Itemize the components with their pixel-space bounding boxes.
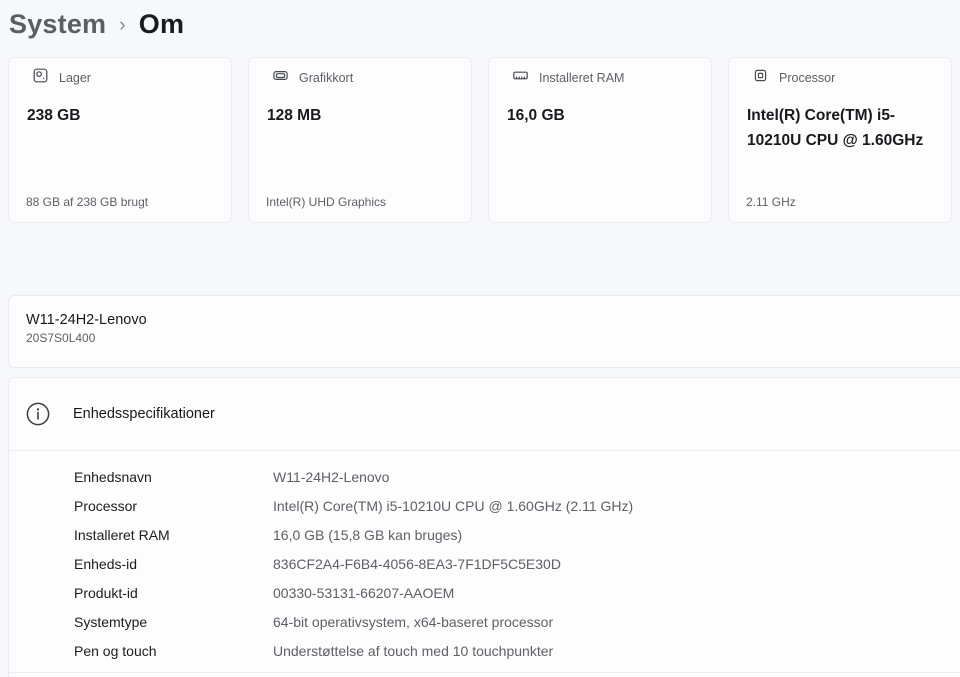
- ram-card: Installeret RAM 16,0 GB: [488, 57, 712, 223]
- gpu-card: Grafikkort 128 MB Intel(R) UHD Graphics: [248, 57, 472, 223]
- spec-value: 64-bit operativsystem, x64-baseret proce…: [273, 614, 553, 630]
- cpu-card-label: Processor: [779, 71, 835, 85]
- spec-value: W11-24H2-Lenovo: [273, 469, 389, 485]
- spec-row-pen-touch: Pen og touch Understøttelse af touch med…: [74, 636, 960, 665]
- spec-row-system-type: Systemtype 64-bit operativsystem, x64-ba…: [74, 607, 960, 636]
- cpu-card-value: Intel(R) Core(TM) i5-10210U CPU @ 1.60GH…: [747, 103, 937, 153]
- gpu-card-label: Grafikkort: [299, 71, 353, 85]
- spec-row-device-id: Enheds-id 836CF2A4-F6B4-4056-8EA3-7F1DF5…: [74, 549, 960, 578]
- spec-label: Processor: [74, 498, 273, 514]
- device-model: 20S7S0L400: [26, 331, 960, 345]
- cpu-card-footer: 2.11 GHz: [746, 195, 939, 209]
- storage-card-head: Lager: [33, 68, 217, 88]
- chevron-right-icon: ›: [119, 12, 126, 37]
- info-icon: [26, 402, 50, 426]
- ram-card-head: Installeret RAM: [513, 68, 697, 88]
- page-title: Om: [139, 9, 184, 40]
- storage-card-value: 238 GB: [27, 103, 217, 128]
- ram-card-value: 16,0 GB: [507, 103, 697, 128]
- spec-row-product-id: Produkt-id 00330-53131-66207-AAOEM: [74, 578, 960, 607]
- breadcrumb-system[interactable]: System: [9, 9, 106, 40]
- storage-icon: [33, 68, 48, 88]
- spec-value: 00330-53131-66207-AAOEM: [273, 585, 454, 601]
- settings-about-page: System › Om Lager 238 GB 88 GB af 238 GB…: [0, 0, 960, 677]
- device-specs-title: Enhedsspecifikationer: [73, 406, 215, 422]
- spec-label: Enheds-id: [74, 556, 273, 572]
- storage-card-label: Lager: [59, 71, 91, 85]
- device-specs-card: Enhedsspecifikationer Enhedsnavn W11-24H…: [8, 377, 960, 677]
- spec-label: Pen og touch: [74, 643, 273, 659]
- spec-label: Systemtype: [74, 614, 273, 630]
- ram-card-label: Installeret RAM: [539, 71, 624, 85]
- spec-label: Produkt-id: [74, 585, 273, 601]
- cpu-icon: [753, 68, 768, 88]
- spec-value: 16,0 GB (15,8 GB kan bruges): [273, 527, 462, 543]
- cpu-card: Processor Intel(R) Core(TM) i5-10210U CP…: [728, 57, 952, 223]
- spec-value: Understøttelse af touch med 10 touchpunk…: [273, 643, 553, 659]
- device-specs-expander[interactable]: Enhedsspecifikationer: [9, 378, 960, 450]
- cpu-card-head: Processor: [753, 68, 937, 88]
- gpu-card-footer: Intel(R) UHD Graphics: [266, 195, 459, 209]
- spec-label: Enhedsnavn: [74, 469, 273, 485]
- storage-card: Lager 238 GB 88 GB af 238 GB brugt: [8, 57, 232, 223]
- summary-cards-row: Lager 238 GB 88 GB af 238 GB brugt Grafi…: [8, 57, 952, 223]
- specs-table: Enhedsnavn W11-24H2-Lenovo Processor Int…: [9, 451, 960, 675]
- spec-row-processor: Processor Intel(R) Core(TM) i5-10210U CP…: [74, 491, 960, 520]
- spec-value: 836CF2A4-F6B4-4056-8EA3-7F1DF5C5E30D: [273, 556, 561, 572]
- spec-row-ram: Installeret RAM 16,0 GB (15,8 GB kan bru…: [74, 520, 960, 549]
- breadcrumb: System › Om: [9, 3, 184, 45]
- spec-label: Installeret RAM: [74, 527, 273, 543]
- device-name-card: W11-24H2-Lenovo 20S7S0L400: [8, 295, 960, 368]
- gpu-card-value: 128 MB: [267, 103, 457, 128]
- storage-card-footer: 88 GB af 238 GB brugt: [26, 195, 219, 209]
- gpu-card-head: Grafikkort: [273, 68, 457, 88]
- ram-icon: [513, 68, 528, 88]
- spec-row-device-name: Enhedsnavn W11-24H2-Lenovo: [74, 462, 960, 491]
- gpu-icon: [273, 68, 288, 88]
- specs-bottom-divider: [9, 672, 960, 673]
- spec-value: Intel(R) Core(TM) i5-10210U CPU @ 1.60GH…: [273, 498, 633, 514]
- device-name: W11-24H2-Lenovo: [26, 312, 960, 328]
